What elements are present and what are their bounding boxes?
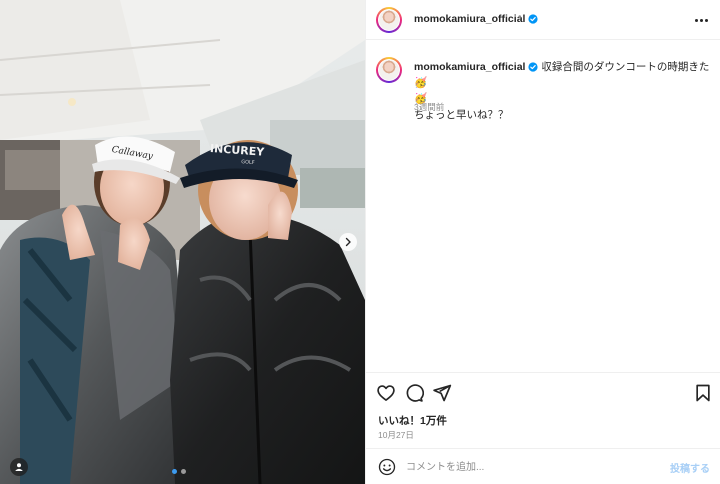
post-photo[interactable]: Callaway INCUREY GOLF	[0, 0, 365, 484]
bookmark-icon	[696, 384, 710, 402]
comment-button[interactable]	[404, 383, 425, 403]
like-button[interactable]	[376, 383, 396, 403]
user-tag-icon	[15, 463, 23, 471]
share-icon	[433, 384, 452, 402]
comment-input[interactable]	[406, 457, 646, 477]
post-comment-button[interactable]: 投稿する	[670, 460, 710, 475]
verified-icon	[528, 62, 539, 72]
more-icon	[694, 18, 698, 22]
verified-icon	[528, 14, 539, 24]
like-count[interactable]: いいね！1万件	[378, 413, 447, 428]
heart-icon	[377, 385, 395, 401]
post-header: momokamiura_official •	[366, 0, 720, 40]
comment-bar: 投稿する	[366, 448, 720, 484]
emoji-button[interactable]	[378, 458, 396, 476]
comment-icon	[406, 384, 425, 402]
caption-block: momokamiura_official 収録合間のダウンコートの時期きた🥳 🥳…	[366, 41, 720, 371]
avatar[interactable]	[376, 7, 402, 33]
share-button[interactable]	[432, 383, 452, 403]
post-date[interactable]: 10月27日	[378, 429, 414, 441]
carousel-dot-active	[172, 469, 177, 474]
more-options-button[interactable]	[692, 12, 710, 28]
post-side-panel: momokamiura_official • momokamiura_offic…	[365, 0, 720, 484]
user-tag-button[interactable]	[10, 458, 28, 476]
header-username-text[interactable]: momokamiura_official	[414, 13, 525, 25]
caption-timestamp[interactable]: 3週間前	[414, 101, 444, 113]
caption-text: momokamiura_official 収録合間のダウンコートの時期きた🥳 🥳…	[414, 59, 714, 123]
save-button[interactable]	[693, 383, 713, 403]
caption-avatar[interactable]	[376, 57, 402, 83]
photo-image: Callaway INCUREY GOLF	[0, 0, 365, 484]
header-separator: •	[518, 12, 522, 23]
carousel-next-button[interactable]	[339, 233, 357, 251]
chevron-right-icon	[345, 237, 351, 247]
carousel-dot	[181, 469, 186, 474]
post-actions: いいね！1万件 10月27日 投稿する	[366, 372, 720, 484]
visor-right-sub: GOLF	[241, 159, 255, 166]
caption-username[interactable]: momokamiura_official	[414, 61, 539, 73]
emoji-icon	[378, 458, 396, 476]
carousel-indicator	[172, 469, 186, 474]
